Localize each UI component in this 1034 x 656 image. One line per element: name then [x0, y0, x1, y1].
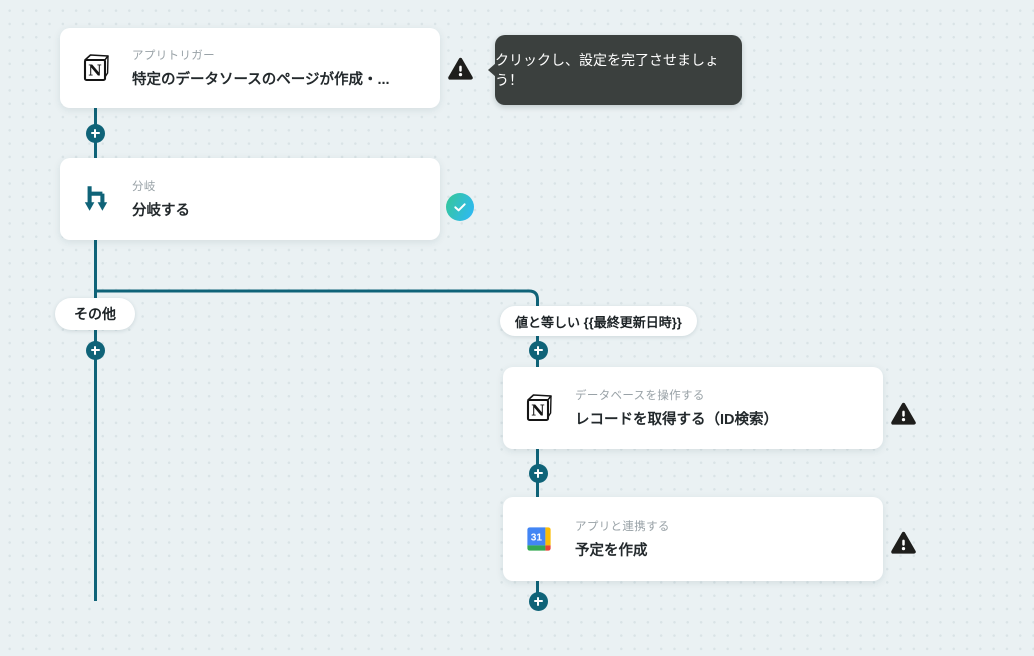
calendar-day-number: 31	[531, 533, 543, 544]
notion-letter: N	[531, 402, 545, 420]
add-step-button[interactable]	[528, 591, 548, 611]
branch-icon	[84, 186, 108, 211]
branch-label-text: その他	[74, 306, 116, 322]
node-category: アプリトリガー	[132, 50, 215, 62]
warning-icon[interactable]	[447, 56, 474, 83]
node-category: データベースを操作する	[575, 390, 705, 402]
check-icon	[454, 203, 466, 212]
node-category: アプリと連携する	[575, 521, 670, 533]
branch-label-other[interactable]: その他	[55, 298, 135, 330]
branch-label-text: 値と等しい {{最終更新日時}}	[515, 314, 682, 330]
node-title: 分岐する	[132, 203, 190, 219]
status-complete-badge	[446, 193, 474, 221]
plus-icon	[93, 128, 97, 138]
add-step-button[interactable]	[85, 340, 105, 360]
notion-icon: N	[83, 54, 109, 82]
plus-icon	[536, 468, 540, 478]
setup-tooltip: クリックし、設定を完了させましょう！	[488, 35, 742, 105]
add-step-button[interactable]	[85, 123, 105, 143]
node-create-event[interactable]: 31 アプリと連携する 予定を作成	[503, 497, 883, 581]
tooltip-text: クリックし、設定を完了させましょう！	[495, 52, 719, 88]
workflow-canvas: N アプリトリガー 特定のデータソースのページが作成・... クリックし、設定を…	[0, 0, 1034, 656]
branch-label-condition[interactable]: 値と等しい {{最終更新日時}}	[500, 306, 697, 336]
plus-icon	[536, 596, 540, 606]
node-title: 予定を作成	[575, 543, 648, 559]
connector-branch-right	[95, 289, 539, 601]
add-step-button[interactable]	[528, 340, 548, 360]
plus-icon	[536, 345, 540, 355]
warning-icon[interactable]	[890, 401, 917, 428]
warning-icon[interactable]	[890, 530, 917, 557]
notion-icon: N	[526, 394, 552, 422]
plus-icon	[93, 345, 97, 355]
google-calendar-icon: 31	[527, 527, 551, 551]
node-title: 特定のデータソースのページが作成・...	[132, 72, 390, 88]
node-app-trigger[interactable]: N アプリトリガー 特定のデータソースのページが作成・...	[60, 28, 440, 108]
node-title: レコードを取得する（ID検索）	[575, 412, 778, 428]
add-step-button[interactable]	[528, 463, 548, 483]
node-category: 分岐	[132, 181, 156, 193]
notion-letter: N	[88, 62, 102, 80]
node-branch[interactable]: 分岐 分岐する	[60, 158, 440, 240]
tooltip-arrow-icon	[488, 63, 496, 77]
node-get-record[interactable]: N データベースを操作する レコードを取得する（ID検索）	[503, 367, 883, 449]
